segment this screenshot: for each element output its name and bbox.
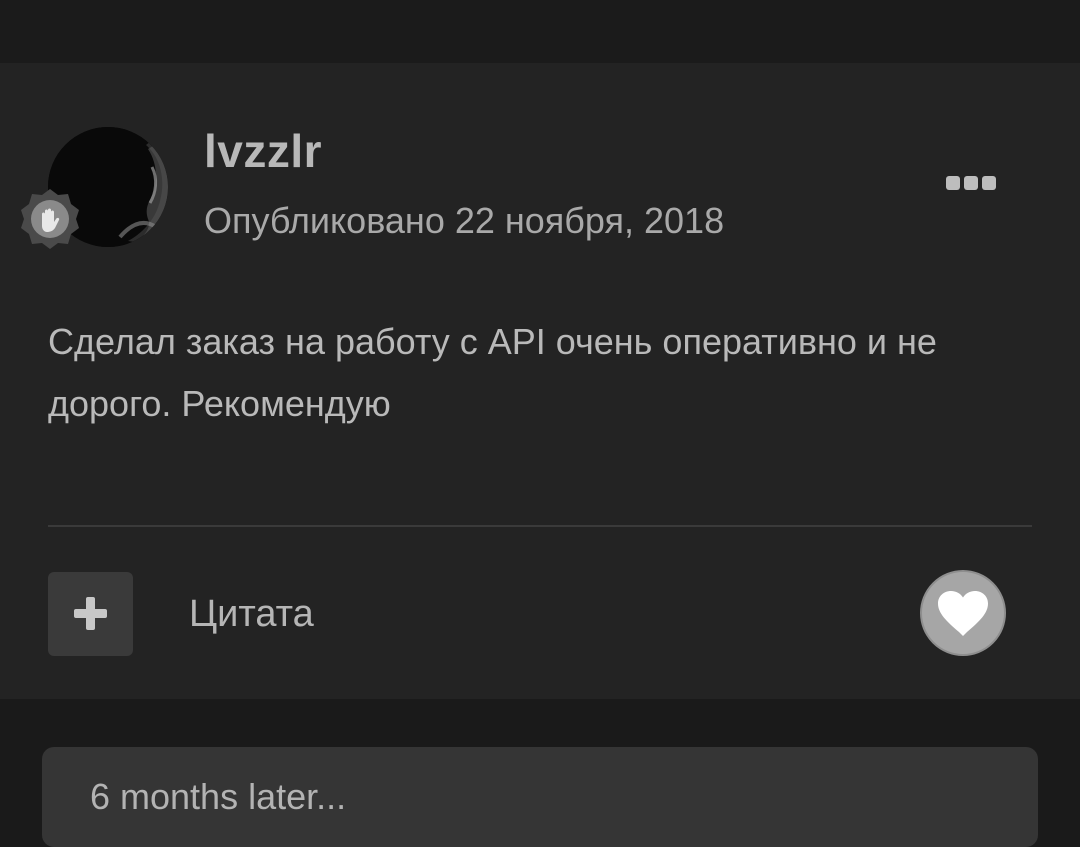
like-button[interactable]	[920, 570, 1006, 656]
ellipsis-icon	[982, 176, 996, 190]
author-name[interactable]: lvzzlr	[204, 125, 322, 177]
post-card: lvzzlr Опубликовано 22 ноября, 2018 Сдел…	[0, 63, 1080, 699]
divider	[48, 525, 1032, 527]
ellipsis-icon	[946, 176, 960, 190]
post-date: Опубликовано 22 ноября, 2018	[204, 200, 725, 241]
post-content: Сделал заказ на работу с API очень опера…	[48, 321, 937, 424]
time-gap-notice: 6 months later...	[42, 747, 1038, 847]
quote-button[interactable]: Цитата	[189, 589, 314, 639]
top-bar	[0, 0, 1080, 63]
heart-icon	[938, 591, 988, 636]
waving-hand-badge-icon	[18, 187, 82, 251]
time-gap-label: 6 months later...	[90, 776, 347, 817]
multiquote-button[interactable]	[48, 572, 133, 656]
ellipsis-icon	[964, 176, 978, 190]
more-options-button[interactable]	[946, 173, 998, 193]
author-avatar-group[interactable]	[21, 127, 168, 249]
